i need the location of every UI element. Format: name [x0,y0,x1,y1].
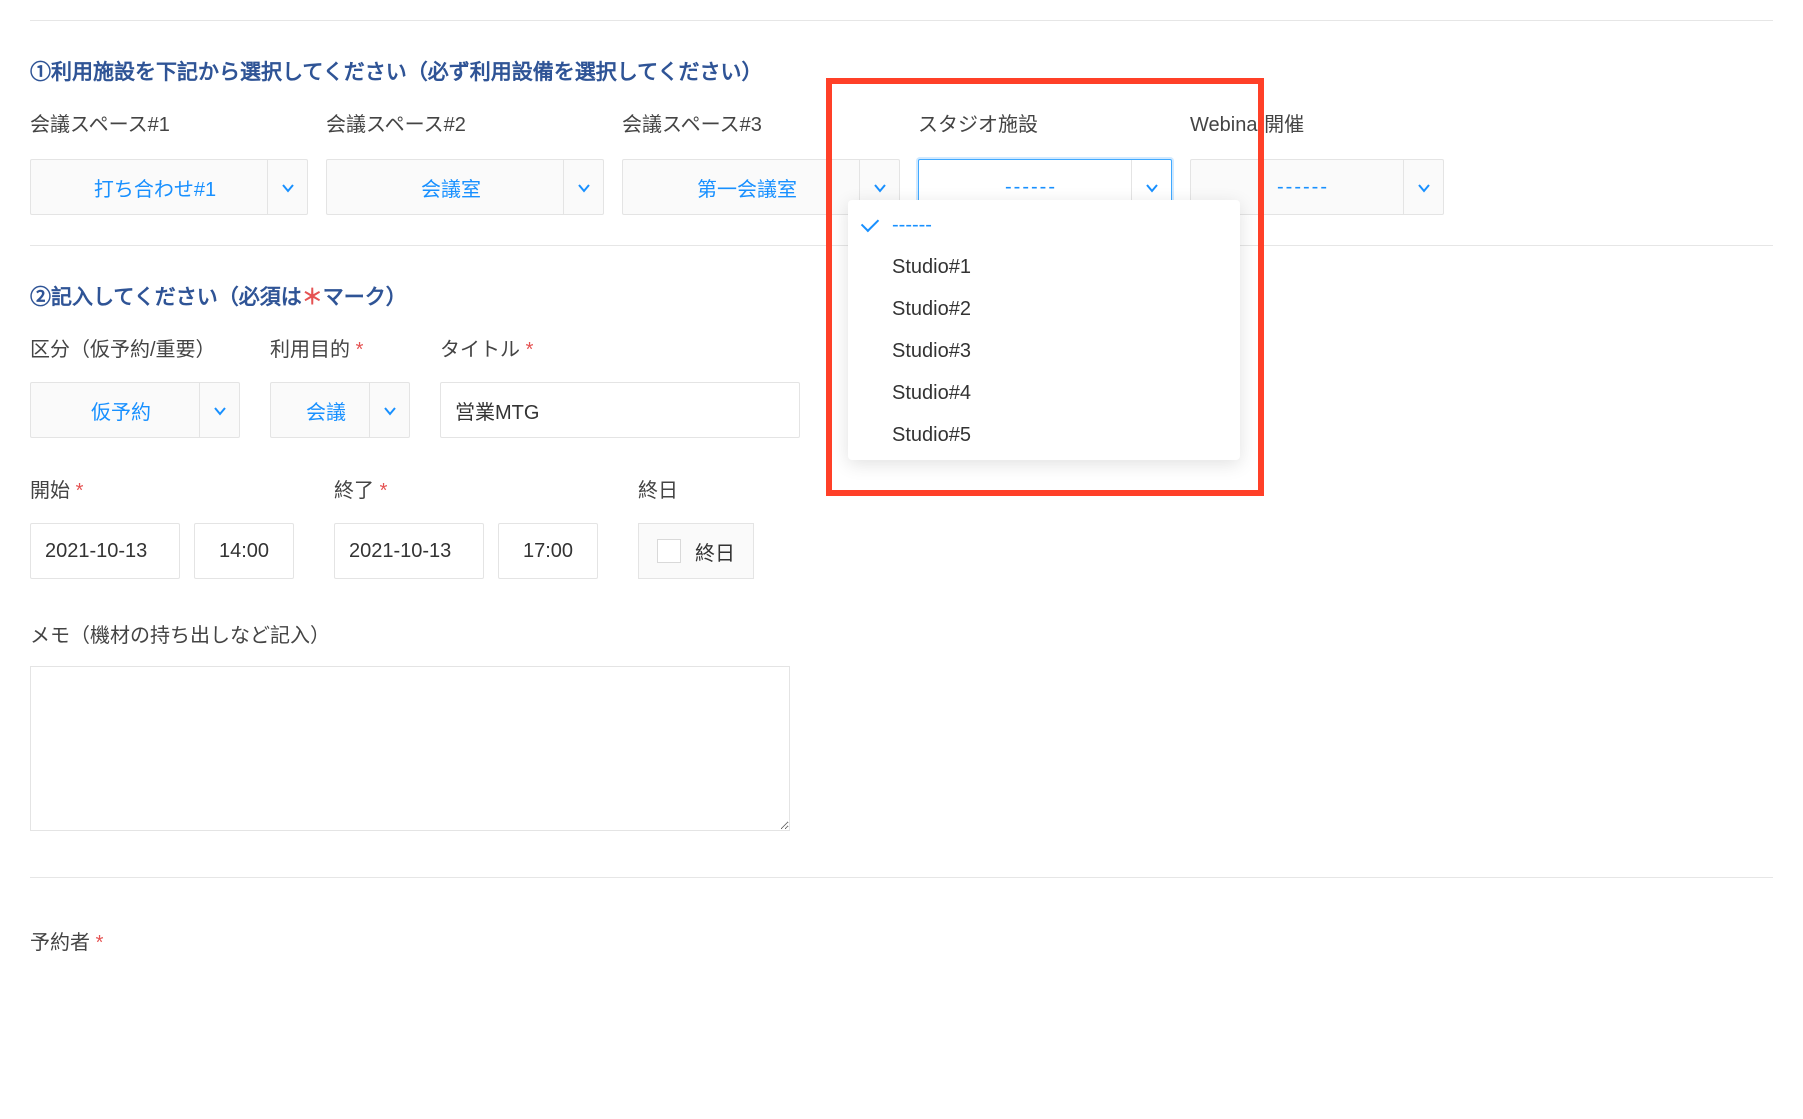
end-label: 終了 * [334,474,598,503]
dropdown-option-5[interactable]: Studio#5 [848,414,1240,456]
allday-label: 終日 [638,474,754,503]
chevron-down-icon [563,160,603,214]
dropdown-option-4[interactable]: Studio#4 [848,372,1240,414]
reserver-label: 予約者 * [30,932,103,954]
allday-checkbox[interactable] [657,539,681,563]
chevron-down-icon [1403,160,1443,214]
facility-label-1: 会議スペース#1 [30,108,308,137]
start-label: 開始 * [30,474,294,503]
end-date-input[interactable] [334,523,484,579]
section-1-title: ①利用施設を下記から選択してください（必ず利用設備を選択してください） [30,56,1773,86]
studio-dropdown[interactable]: ------ Studio#1 Studio#2 Studio#3 Studio… [848,200,1240,460]
memo-textarea[interactable] [30,666,790,831]
chevron-down-icon [369,383,409,437]
kubun-label: 区分（仮予約/重要） [30,333,240,362]
purpose-select[interactable]: 会議 [270,382,410,438]
dropdown-option-3[interactable]: Studio#3 [848,330,1240,372]
chevron-down-icon [267,160,307,214]
facility-label-4: スタジオ施設 [918,108,1172,137]
dropdown-option-none[interactable]: ------ [848,204,1240,246]
facility-select-1[interactable]: 打ち合わせ#1 [30,159,308,215]
title-input[interactable] [440,382,800,438]
purpose-label: 利用目的 * [270,333,410,362]
facility-row: 会議スペース#1 打ち合わせ#1 会議スペース#2 会議室 会議スペース#3 第… [30,108,1773,215]
allday-checkbox-wrap[interactable]: 終日 [638,523,754,579]
facility-label-2: 会議スペース#2 [326,108,604,137]
chevron-down-icon [199,383,239,437]
facility-select-value: 打ち合わせ#1 [43,173,267,202]
dropdown-option-1[interactable]: Studio#1 [848,246,1240,288]
facility-select-value: 会議室 [339,173,563,202]
kubun-select[interactable]: 仮予約 [30,382,240,438]
facility-select-value: ------ [931,176,1131,199]
facility-select-value: 第一会議室 [635,173,859,202]
dropdown-option-2[interactable]: Studio#2 [848,288,1240,330]
facility-select-2[interactable]: 会議室 [326,159,604,215]
title-label: タイトル * [440,333,800,362]
facility-select-value: ------ [1203,176,1403,199]
facility-label-3: 会議スペース#3 [622,108,900,137]
start-time-input[interactable] [194,523,294,579]
allday-text: 終日 [695,537,735,566]
start-date-input[interactable] [30,523,180,579]
facility-label-5: Webinar開催 [1190,108,1444,137]
memo-label: メモ（機材の持ち出しなど記入） [30,619,1773,648]
end-time-input[interactable] [498,523,598,579]
